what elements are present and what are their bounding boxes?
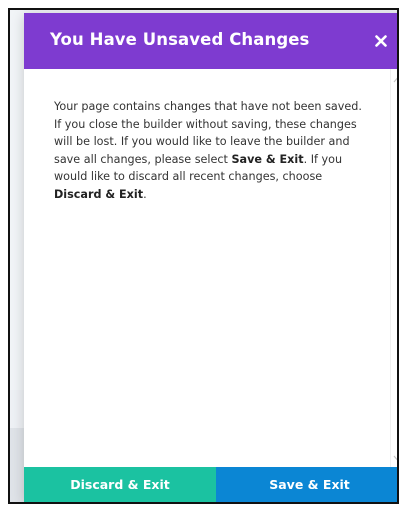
modal-body: Your page contains changes that have not… <box>24 69 399 467</box>
modal-message: Your page contains changes that have not… <box>54 98 370 204</box>
scroll-up-arrow-icon[interactable] <box>393 77 399 83</box>
body-scrollbar[interactable] <box>390 69 399 467</box>
backdrop <box>10 10 24 390</box>
message-text-3: . <box>143 187 147 201</box>
close-button[interactable] <box>369 29 393 53</box>
close-icon <box>375 35 387 47</box>
modal-footer: Discard & Exit Save & Exit <box>24 467 397 502</box>
scroll-down-arrow-icon[interactable] <box>393 455 399 461</box>
message-discard-exit-emphasis: Discard & Exit <box>54 187 144 201</box>
modal-title: You Have Unsaved Changes <box>50 30 310 49</box>
backdrop-bottom <box>10 428 24 502</box>
modal-header: You Have Unsaved Changes <box>24 13 397 69</box>
discard-exit-button[interactable]: Discard & Exit <box>24 467 216 502</box>
message-save-exit-emphasis: Save & Exit <box>231 152 304 166</box>
save-exit-button[interactable]: Save & Exit <box>216 467 397 502</box>
screenshot-frame: You Have Unsaved Changes Your page conta… <box>8 8 399 504</box>
unsaved-changes-modal: You Have Unsaved Changes Your page conta… <box>24 13 399 502</box>
